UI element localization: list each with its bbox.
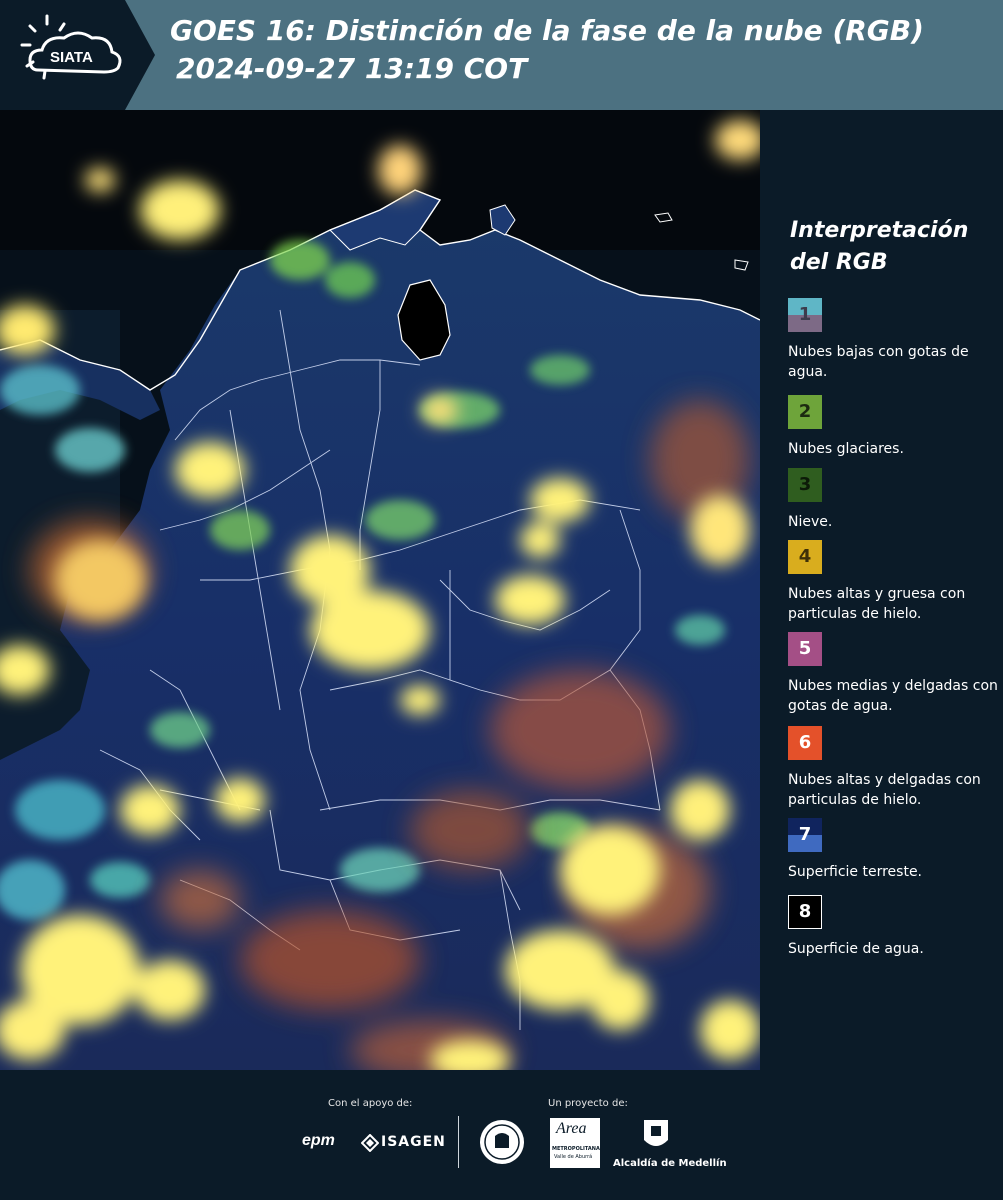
coat-of-arms-icon — [644, 1120, 668, 1146]
seal-logo — [478, 1118, 526, 1170]
legend-panel: Interpretación del RGB 1 Nubes bajas con… — [760, 110, 1003, 1070]
alcaldia-logo — [641, 1118, 671, 1158]
legend-label: Nubes medias y delgadas con gotas de agu… — [788, 678, 998, 714]
footer-divider — [458, 1116, 459, 1168]
legend-swatch-7: 7 — [788, 818, 822, 852]
legend-item-8: 8 Superficie de agua. — [788, 895, 1000, 959]
area-logo-subtext: METROPOLITANA — [552, 1146, 600, 1152]
alcaldia-text: Alcaldía de Medellín — [613, 1158, 727, 1169]
legend-item-4: 4 Nubes altas y gruesa con particulas de… — [788, 540, 1000, 624]
legend-number: 5 — [798, 638, 812, 659]
area-logo-subtext-2: Valle de Aburrá — [554, 1154, 593, 1160]
support-label: Con el apoyo de: — [328, 1098, 413, 1109]
legend-swatch-6: 6 — [788, 726, 822, 760]
legend-number: 8 — [798, 901, 812, 922]
legend-item-3: 3 Nieve. — [788, 468, 1000, 532]
legend-label: Superficie de agua. — [788, 941, 924, 957]
legend-swatch-8: 8 — [788, 895, 822, 929]
legend-item-6: 6 Nubes altas y delgadas con particulas … — [788, 726, 1000, 810]
seal-icon — [480, 1120, 524, 1164]
legend-number: 4 — [798, 546, 812, 567]
legend-swatch-2: 2 — [788, 395, 822, 429]
legend-label: Nubes altas y gruesa con particulas de h… — [788, 586, 966, 622]
timestamp: 2024-09-27 13:19 COT — [176, 52, 528, 85]
legend-swatch-5: 5 — [788, 632, 822, 666]
epm-logo: epm — [302, 1132, 335, 1149]
legend-swatch-4: 4 — [788, 540, 822, 574]
legend-item-2: 2 Nubes glaciares. — [788, 395, 1000, 459]
legend-item-5: 5 Nubes medias y delgadas con gotas de a… — [788, 632, 1000, 716]
isagen-text: ISAGEN — [381, 1134, 446, 1150]
project-label: Un proyecto de: — [548, 1098, 628, 1109]
legend-title: Interpretación del RGB — [790, 218, 969, 275]
legend-label: Nubes bajas con gotas de agua. — [788, 344, 969, 380]
page-title: GOES 16: Distinción de la fase de la nub… — [170, 14, 924, 47]
legend-number: 1 — [798, 304, 812, 325]
legend-swatch-3: 3 — [788, 468, 822, 502]
legend-number: 6 — [798, 732, 812, 753]
area-logo-text: Area — [556, 1120, 587, 1137]
legend-label: Superficie terreste. — [788, 864, 923, 880]
legend-item-7: 7 Superficie terreste. — [788, 818, 1000, 882]
siata-logo: SIATA — [0, 0, 155, 110]
siata-logo-text: SIATA — [50, 49, 93, 66]
legend-label: Nieve. — [788, 514, 833, 530]
legend-item-1: 1 Nubes bajas con gotas de agua. — [788, 298, 1000, 382]
legend-label: Nubes altas y delgadas con particulas de… — [788, 772, 981, 808]
area-metropolitana-logo: Area METROPOLITANA Valle de Aburrá — [550, 1118, 600, 1168]
legend-swatch-1: 1 — [788, 298, 822, 332]
legend-number: 3 — [798, 474, 812, 495]
legend-number: 7 — [798, 824, 812, 845]
isagen-mark-icon — [360, 1133, 380, 1153]
isagen-logo — [360, 1133, 380, 1156]
satellite-map — [0, 110, 760, 1070]
legend-number: 2 — [798, 401, 812, 422]
legend-label: Nubes glaciares. — [788, 441, 904, 457]
header-bar: SIATA GOES 16: Distinción de la fase de … — [0, 0, 1003, 110]
footer: Con el apoyo de: Un proyecto de: epm ISA… — [0, 1070, 1003, 1200]
